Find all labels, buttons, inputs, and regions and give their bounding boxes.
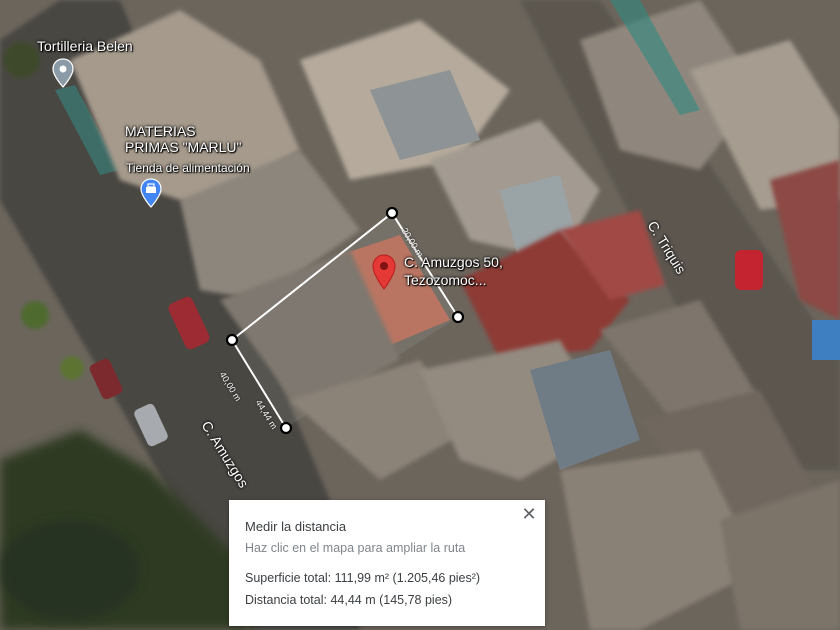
- poi-materias-category: Tienda de alimentación: [126, 161, 250, 175]
- location-pin-icon[interactable]: [372, 254, 396, 290]
- shopping-basket-pin-icon[interactable]: [140, 178, 162, 208]
- poi-tortilleria-label[interactable]: Tortilleria Belen: [37, 39, 133, 54]
- measure-vertex-bottom[interactable]: [279, 421, 293, 435]
- close-icon[interactable]: ✕: [519, 504, 539, 524]
- selected-place-line2[interactable]: Tezozomoc...: [404, 272, 486, 289]
- measure-panel-title: Medir la distancia: [245, 519, 347, 534]
- pin-gray-icon[interactable]: [52, 58, 74, 88]
- poi-materias-label-1[interactable]: MATERIAS: [125, 124, 196, 139]
- total-area-readout: Superficie total: 111,99 m² (1.205,46 pi…: [245, 571, 481, 585]
- total-distance-readout: Distancia total: 44,44 m (145,78 pies): [245, 593, 453, 607]
- measure-panel-hint: Haz clic en el mapa para ampliar la ruta: [245, 541, 466, 555]
- measure-vertex-left[interactable]: [225, 333, 239, 347]
- measure-distance-panel: ✕ Medir la distancia Haz clic en el mapa…: [229, 500, 545, 626]
- measure-vertex-right[interactable]: [451, 310, 465, 324]
- poi-materias-label-2[interactable]: PRIMAS "MARLU": [125, 140, 242, 155]
- measure-vertex-top[interactable]: [385, 206, 399, 220]
- selected-place-line1[interactable]: C. Amuzgos 50,: [404, 254, 503, 271]
